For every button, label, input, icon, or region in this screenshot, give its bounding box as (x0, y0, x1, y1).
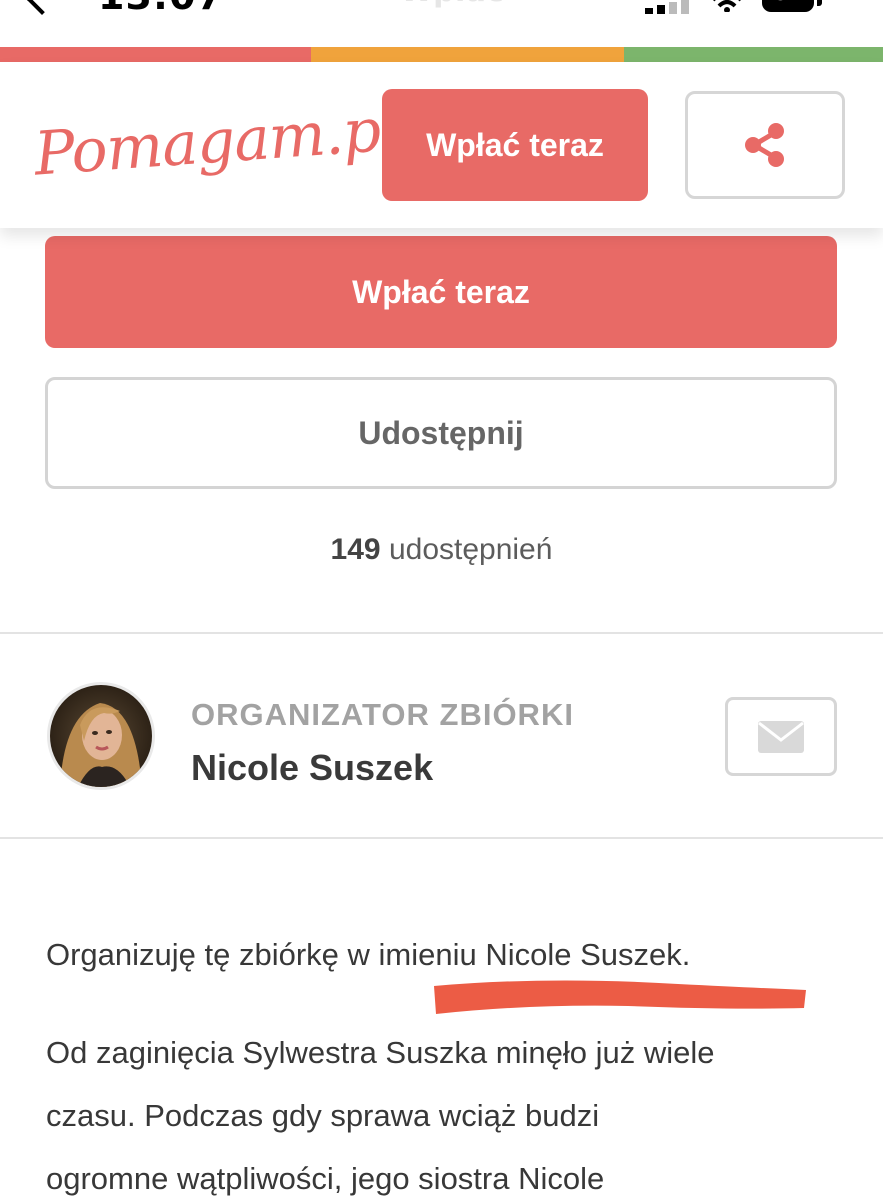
status-time: 13:07 (98, 0, 224, 18)
stripe-orange (311, 47, 624, 62)
pay-now-button[interactable]: Wpłać teraz (45, 236, 837, 348)
battery-cap (817, 0, 822, 6)
battery-icon: 84 (762, 0, 814, 12)
header-share-button[interactable] (685, 91, 845, 199)
organizer-name[interactable]: Nicole Suszek (191, 747, 433, 789)
back-chevron-icon[interactable] (25, 0, 59, 15)
pomagam-logo[interactable]: Pomagam.pl (31, 79, 402, 204)
organizer-avatar[interactable] (47, 682, 155, 790)
envelope-icon (758, 720, 804, 753)
header-pay-now-button[interactable]: Wpłać teraz (382, 89, 648, 201)
highlight-underline-mark (434, 980, 806, 1014)
sticky-header: Pomagam.pl Wpłać teraz (0, 62, 883, 228)
wifi-icon (713, 0, 741, 12)
brand-stripe (0, 47, 883, 62)
status-page-title: Wpłać (400, 0, 504, 9)
share-button[interactable]: Udostępnij (45, 377, 837, 489)
description-line: Od zaginięcia Sylwestra Suszka minęło ju… (46, 1035, 715, 1070)
battery-level: 84 (762, 0, 814, 6)
description-line: czasu. Podczas gdy sprawa wciąż budzi (46, 1098, 600, 1133)
description-line: Organizuję tę zbiórkę w imieniu Nicole S… (46, 937, 691, 972)
divider (0, 837, 883, 839)
divider (0, 632, 883, 634)
organizer-label: ORGANIZATOR ZBIÓRKI (191, 697, 574, 732)
stripe-red (0, 47, 311, 62)
cellular-signal-icon (645, 0, 691, 14)
stripe-green (624, 47, 883, 62)
share-count-label: udostępnień (388, 533, 553, 566)
message-organizer-button[interactable] (725, 697, 837, 776)
status-bar: 13:07 Wpłać 84 (0, 0, 883, 18)
avatar-photo (50, 685, 152, 787)
share-count: 149 udostępnień (0, 533, 883, 567)
share-count-number: 149 (330, 533, 381, 566)
description-line: ogromne wątpliwości, jego siostra Nicole (46, 1161, 605, 1196)
share-icon (745, 123, 784, 167)
